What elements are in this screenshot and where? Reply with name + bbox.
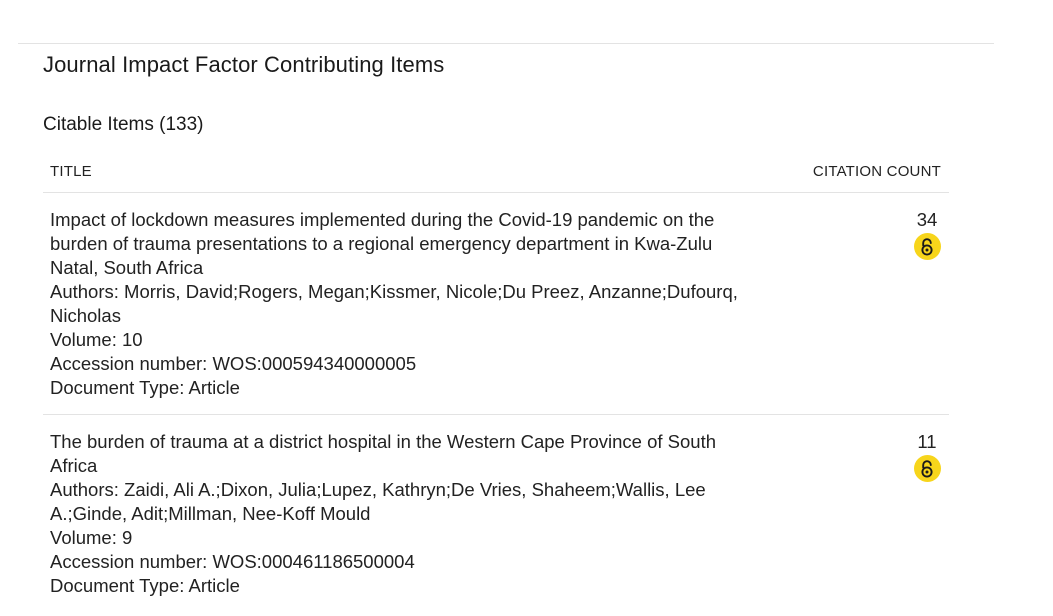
citation-cell: 34: [907, 208, 947, 400]
item-authors: Authors: Morris, David;Rogers, Megan;Kis…: [50, 281, 738, 326]
item-accession-number: Accession number: WOS:000594340000005: [50, 353, 417, 374]
item-volume: Volume: 9: [50, 527, 133, 548]
item-authors: Authors: Zaidi, Ali A.;Dixon, Julia;Lupe…: [50, 479, 706, 524]
item-document-type: Document Type: Article: [50, 377, 240, 398]
citable-items-table: TITLE CITATION COUNT Impact of lockdown …: [43, 150, 949, 612]
table-header: TITLE CITATION COUNT: [43, 150, 949, 193]
citable-items-heading: Citable Items (133): [43, 114, 204, 135]
item-volume: Volume: 10: [50, 329, 143, 350]
item-document-type: Document Type: Article: [50, 575, 240, 596]
item-details: The burden of trauma at a district hospi…: [50, 430, 760, 598]
item-title[interactable]: Impact of lockdown measures implemented …: [50, 208, 760, 280]
item-accession-number: Accession number: WOS:000461186500004: [50, 551, 415, 572]
table-row: The burden of trauma at a district hospi…: [43, 415, 949, 612]
citation-cell: 11: [907, 430, 947, 598]
citation-count[interactable]: 11: [917, 430, 936, 454]
open-access-icon: [913, 233, 941, 260]
open-access-icon: [913, 455, 941, 482]
section-title: Journal Impact Factor Contributing Items: [43, 52, 445, 77]
column-header-title[interactable]: TITLE: [50, 163, 92, 180]
item-details: Impact of lockdown measures implemented …: [50, 208, 760, 400]
item-title[interactable]: The burden of trauma at a district hospi…: [50, 430, 760, 478]
table-row: Impact of lockdown measures implemented …: [43, 193, 949, 415]
top-divider: [18, 43, 994, 44]
column-header-citation-count[interactable]: CITATION COUNT: [813, 163, 941, 180]
citation-count[interactable]: 34: [917, 208, 938, 232]
